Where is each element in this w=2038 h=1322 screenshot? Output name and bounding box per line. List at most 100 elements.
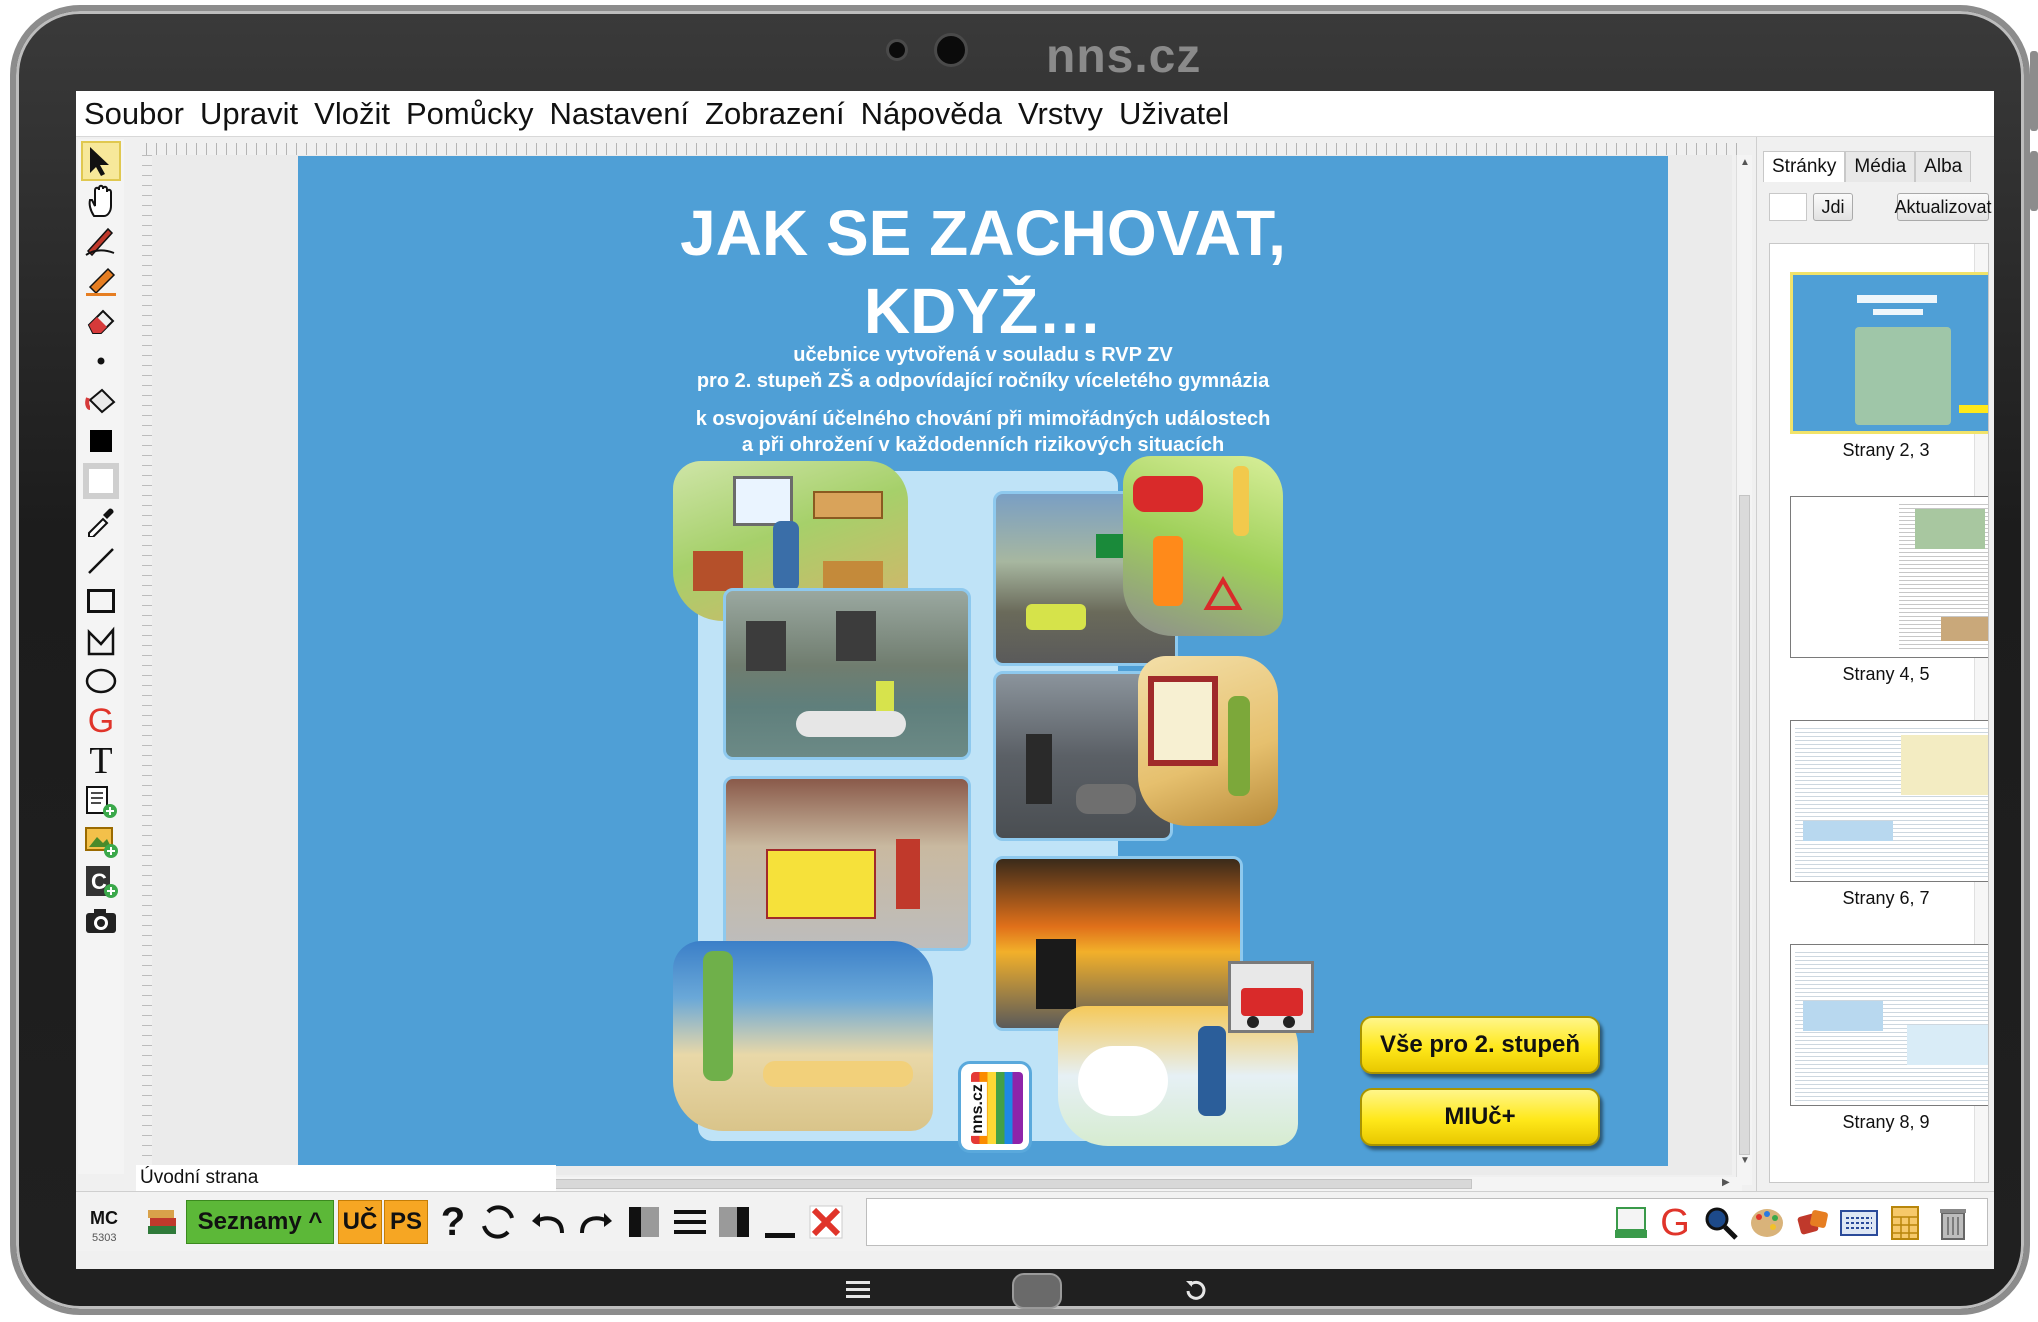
uc-button[interactable]: UČ [338,1200,382,1244]
cover-title-line1: JAK SE ZACHOVAT, [680,197,1286,269]
menu-uzivatel[interactable]: Uživatel [1111,96,1237,132]
eraser-icon[interactable] [81,301,121,341]
side-button [2030,51,2038,131]
keyboard-screen-icon[interactable] [1611,1203,1651,1243]
thumbnail-strany-2-3[interactable] [1790,272,1988,434]
cover-subtitle-2: k osvojování účelného chování při mimořá… [298,406,1668,458]
page-thumbnails[interactable]: Strany 2, 3 Strany 4, 5 Strany 6, 7 Stra… [1769,243,1989,1183]
recent-apps-icon[interactable] [846,1279,870,1304]
keyboard-icon[interactable] [1839,1203,1879,1243]
google-icon[interactable]: G [1657,1202,1693,1244]
fire-truck-icon [1228,961,1314,1033]
canvas-area[interactable]: JAK SE ZACHOVAT, KDYŽ… učebnice vytvořen… [152,155,1732,1175]
thumbnail-strany-6-7[interactable] [1790,720,1988,882]
image-add-icon[interactable] [81,821,121,861]
fill-bucket-icon[interactable] [81,381,121,421]
vertical-scroll-thumb[interactable] [1739,495,1750,1155]
menu-vrstvy[interactable]: Vrstvy [1010,96,1111,132]
back-icon[interactable] [1184,1277,1208,1306]
pen-icon[interactable] [81,221,121,261]
trash-icon[interactable] [1935,1203,1971,1243]
text-icon[interactable]: T [81,740,121,782]
menu-upravit[interactable]: Upravit [192,96,306,132]
dice-icon[interactable] [1793,1203,1833,1243]
scroll-right-icon[interactable]: ▶ [1722,1177,1730,1188]
menu-pomucky[interactable]: Pomůcky [398,96,541,132]
highlighter-icon[interactable] [81,261,121,301]
vertical-scrollbar[interactable]: ▲ ▼ [1736,155,1752,1185]
cover-subtitle-1-line2: pro 2. stupeň ZŠ a odpovídající ročníky … [696,370,1270,392]
search-input[interactable]: G [866,1198,1988,1246]
page-name-label: Úvodní strana [136,1165,556,1191]
card-add-icon[interactable]: C [81,861,121,901]
app-screen: Soubor Upravit Vložit Pomůcky Nastavení … [76,91,1994,1269]
seznamy-button[interactable]: Seznamy ^ [186,1200,334,1244]
undo-icon[interactable] [526,1202,570,1242]
note-add-icon[interactable] [81,781,121,821]
menu-bar: Soubor Upravit Vložit Pomůcky Nastavení … [76,91,1994,137]
bottom-toolbar: MC 5303 Seznamy ^ UČ PS ? G [76,1191,1994,1251]
jdi-button[interactable]: Jdi [1813,193,1853,221]
menu-lines-icon[interactable] [672,1202,708,1242]
mc-label: MC [90,1208,118,1228]
ellipse-icon[interactable] [81,661,121,701]
horizontal-scroll-thumb[interactable] [482,1179,1472,1189]
panel-tabs: Stránky Média Alba [1763,151,1972,182]
cover-subtitle-2-line1: k osvojování účelného chování při mimořá… [695,408,1271,430]
menu-zobrazeni[interactable]: Zobrazení [697,96,853,132]
ps-button[interactable]: PS [384,1200,428,1244]
tab-media[interactable]: Média [1845,151,1916,182]
cover-page[interactable]: JAK SE ZACHOVAT, KDYŽ… učebnice vytvořen… [298,156,1668,1166]
vse-pro-2-stupen-button[interactable]: Vše pro 2. stupeň [1360,1016,1600,1074]
left-toolbar: G T C [78,139,124,1174]
line-icon[interactable] [81,541,121,581]
menu-soubor[interactable]: Soubor [76,96,192,132]
scroll-down-icon[interactable]: ▼ [1740,1155,1750,1166]
brand-logo: nns.cz [1046,30,1202,83]
menu-nastaveni[interactable]: Nastavení [541,96,697,132]
close-icon[interactable] [806,1202,846,1242]
dot-icon[interactable] [81,341,121,381]
home-button[interactable] [1012,1273,1062,1309]
thumbnail-strany-8-9[interactable] [1790,944,1988,1106]
road-safety-illustration [1123,456,1283,636]
scroll-up-icon[interactable]: ▲ [1740,157,1750,168]
window-fire-illustration [1138,656,1278,826]
polygon-icon[interactable] [81,621,121,661]
books-icon[interactable] [142,1202,182,1242]
first-aid-illustration [673,941,933,1131]
menu-napoveda[interactable]: Nápověda [853,96,1010,132]
refresh-icon[interactable] [476,1202,520,1242]
magnifier-icon[interactable] [1701,1203,1741,1243]
half-screen-left-icon[interactable] [626,1202,662,1242]
rectangle-icon[interactable] [81,581,121,621]
thumbnail-label: Strany 8, 9 [1842,1112,1930,1132]
ruler-horizontal [146,143,1746,155]
menu-vlozit[interactable]: Vložit [306,96,398,132]
camera-icon[interactable] [81,901,121,941]
tab-stranky[interactable]: Stránky [1763,151,1846,182]
tab-alba[interactable]: Alba [1915,151,1972,182]
arrow-pointer-icon[interactable] [81,141,121,181]
palette-icon[interactable] [1747,1203,1787,1243]
thumbnail-strany-4-5[interactable] [1790,496,1988,658]
cover-title: JAK SE ZACHOVAT, KDYŽ… [298,194,1668,350]
redo-icon[interactable] [574,1202,618,1242]
half-screen-right-icon[interactable] [716,1202,752,1242]
aktualizovat-button[interactable]: Aktualizovat [1894,193,1992,221]
minimize-icon[interactable] [762,1202,798,1242]
eyedropper-icon[interactable] [81,501,121,541]
page-number-input[interactable] [1769,193,1807,221]
google-icon[interactable]: G [81,701,121,741]
pages-panel: Stránky Média Alba Jdi Aktualizovat Stra… [1756,137,1994,1191]
help-icon[interactable]: ? [438,1200,468,1244]
calculator-icon[interactable] [1887,1203,1923,1243]
hand-icon[interactable] [81,181,121,221]
miuc-plus-button[interactable]: MIUč+ [1360,1088,1600,1146]
filled-square-icon[interactable] [81,421,121,461]
building-fire-photo [993,856,1243,1031]
nns-logo: nns.cz [958,1061,1032,1153]
outlined-square-icon[interactable] [81,461,121,501]
cover-title-line2: KDYŽ… [863,275,1103,347]
cover-subtitle-1: učebnice vytvořená v souladu s RVP ZV pr… [298,342,1668,394]
